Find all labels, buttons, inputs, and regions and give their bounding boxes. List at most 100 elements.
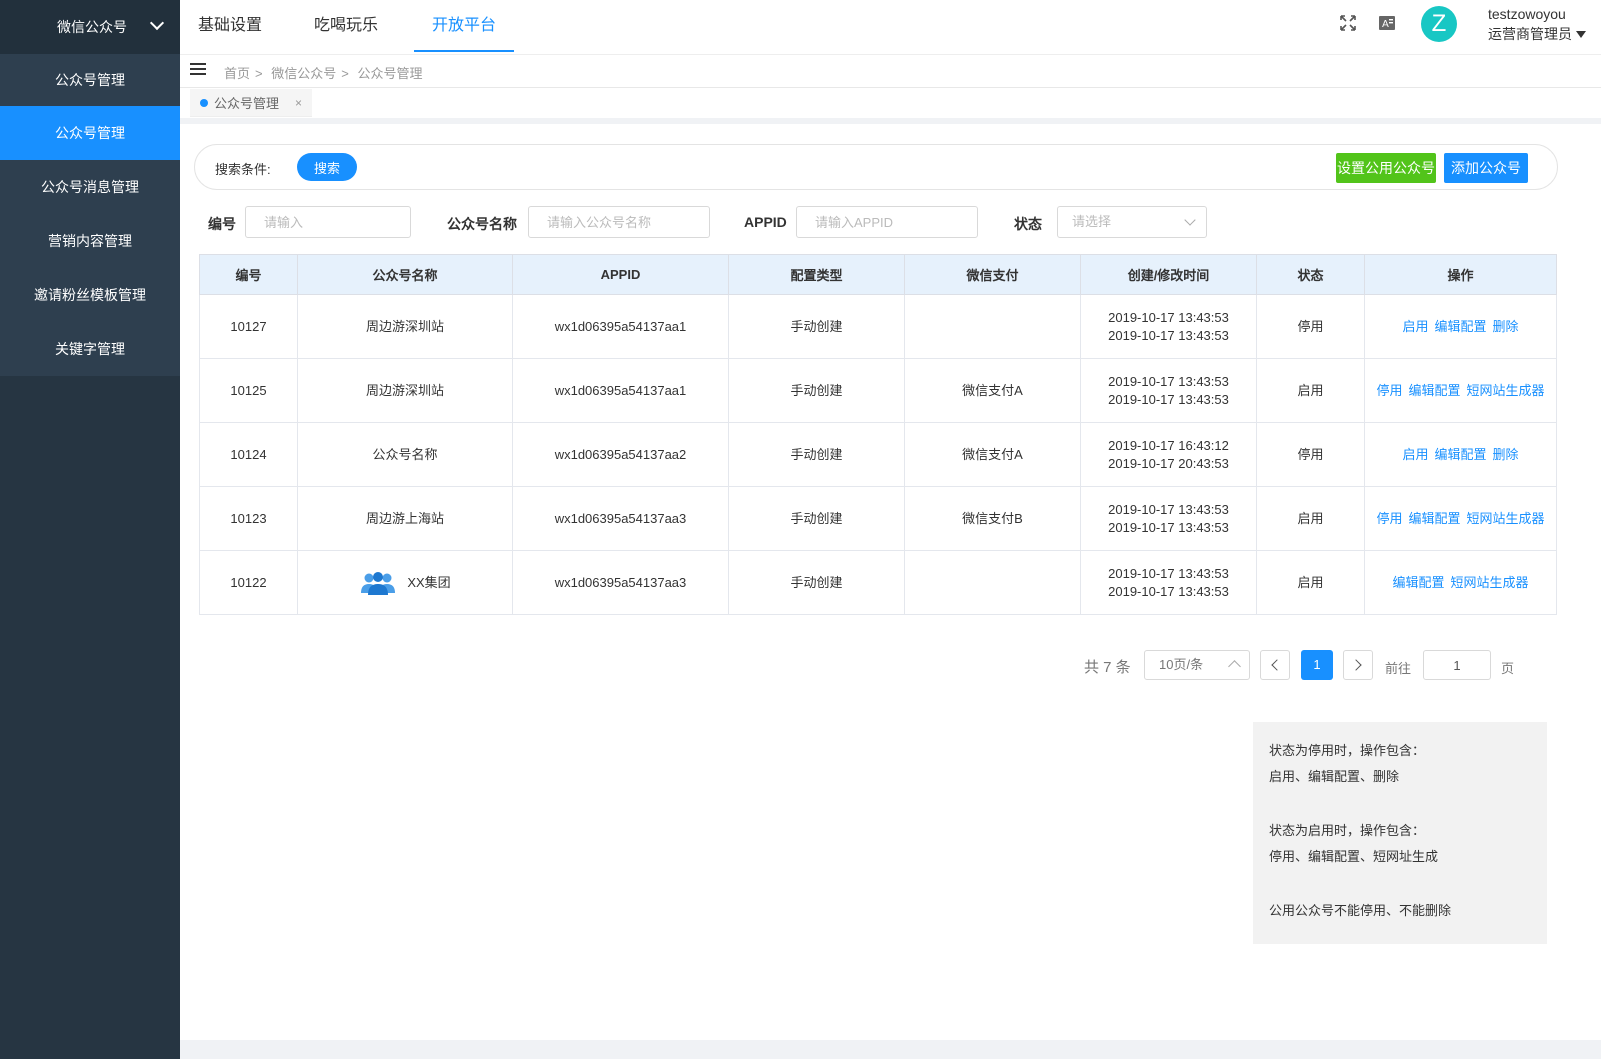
page-size-select[interactable]: 10页/条 (1144, 650, 1250, 680)
cell-type: 手动创建 (728, 486, 905, 551)
footer-strip (180, 1040, 1601, 1059)
sidebar-item-keyword-manage[interactable]: 关键字管理 (0, 322, 180, 376)
page-tag[interactable]: 公众号管理 × (190, 89, 313, 117)
column-header-id: 编号 (199, 254, 298, 295)
search-button[interactable]: 搜索 (297, 153, 357, 181)
cell-time: 2019-10-17 13:43:53 2019-10-17 13:43:53 (1080, 294, 1257, 359)
tab-open-platform[interactable]: 开放平台 (414, 0, 514, 52)
cell-actions: 启用 编辑配置 删除 (1364, 294, 1557, 359)
sidebar-item-account-group[interactable]: 公众号管理 (0, 54, 180, 106)
breadcrumb: 首页 > 微信公众号 > 公众号管理 (224, 66, 423, 81)
row-action-link[interactable]: 编辑配置 (1408, 511, 1460, 526)
search-panel: 搜索条件: 搜索 设置公用公众号 添加公众号 (194, 144, 1558, 190)
column-header-status: 状态 (1256, 254, 1365, 295)
search-label: 搜索条件: (215, 162, 271, 177)
note-line: 状态为停用时，操作包含： (1269, 743, 1426, 758)
sidebar: 微信公众号 公众号管理 公众号管理 公众号消息管理 营销内容管理 邀请粉丝模板管… (0, 0, 180, 1059)
row-action-link[interactable]: 启用 (1402, 319, 1428, 334)
add-account-button[interactable]: 添加公众号 (1444, 153, 1528, 183)
sidebar-item-marketing-content[interactable]: 营销内容管理 (0, 214, 180, 268)
column-header-name: 公众号名称 (297, 254, 513, 295)
main-content: 搜索条件: 搜索 设置公用公众号 添加公众号 编号 公众号名称 APPID 状态… (180, 124, 1601, 1040)
cell-actions: 编辑配置 短网站生成器 (1364, 550, 1557, 615)
modified-time: 2019-10-17 20:43:53 (1108, 455, 1229, 471)
sidebar-item-invite-template[interactable]: 邀请粉丝模板管理 (0, 268, 180, 322)
top-header: 基础设置 吃喝玩乐 开放平台 A Z testzowoyou 运营商管理员 (180, 0, 1601, 54)
row-action-link[interactable]: 删除 (1493, 319, 1519, 334)
note-line: 停用、编辑配置、短网址生成 (1269, 849, 1439, 864)
name-filter-input[interactable] (528, 206, 710, 238)
sidebar-header-label: 微信公众号 (57, 19, 127, 35)
pagination: 共 7 条 10页/条 1 前往 页 (180, 650, 1601, 682)
breadcrumb-current: 公众号管理 (357, 66, 423, 81)
modified-time: 2019-10-17 13:43:53 (1108, 327, 1229, 343)
created-time: 2019-10-17 16:43:12 (1108, 437, 1229, 453)
page-number-current[interactable]: 1 (1301, 650, 1333, 680)
cell-name: XX集团 (297, 550, 513, 615)
tab-food-fun[interactable]: 吃喝玩乐 (296, 0, 396, 52)
created-time: 2019-10-17 13:43:53 (1108, 565, 1229, 581)
cell-name: 公众号名称 (297, 422, 513, 487)
row-action-link[interactable]: 短网站生成器 (1467, 511, 1545, 526)
avatar[interactable]: Z (1421, 6, 1457, 42)
row-action-link[interactable]: 停用 (1376, 383, 1402, 398)
breadcrumb-wechat[interactable]: 微信公众号 (271, 66, 336, 81)
modified-time: 2019-10-17 13:43:53 (1108, 583, 1229, 599)
set-public-account-button[interactable]: 设置公用公众号 (1336, 153, 1436, 183)
column-header-actions: 操作 (1364, 254, 1557, 295)
cell-type: 手动创建 (728, 294, 905, 359)
row-action-link[interactable]: 编辑配置 (1408, 383, 1460, 398)
caret-down-icon (1576, 31, 1586, 38)
goto-label: 前往 (1385, 661, 1412, 676)
sidebar-item-label: 关键字管理 (55, 341, 125, 357)
fullscreen-icon[interactable] (1339, 14, 1357, 32)
row-action-link[interactable]: 启用 (1402, 447, 1428, 462)
chevron-up-icon (1228, 660, 1241, 673)
table-row: 10125 周边游深圳站 wx1d06395a54137aa1 手动创建 微信支付A 20… (199, 358, 1557, 423)
cell-pay: 微信支付B (904, 486, 1081, 551)
table-row: 10122 XX集团 wx1d06395a54137aa3 手动创建 2019-10-1… (199, 550, 1557, 615)
translate-icon[interactable]: A (1378, 14, 1396, 32)
sidebar-item-message-manage[interactable]: 公众号消息管理 (0, 160, 180, 214)
sidebar-item-label: 公众号管理 (55, 72, 125, 88)
user-role-dropdown[interactable]: 运营商管理员 (1488, 24, 1586, 44)
appid-filter-input[interactable] (796, 206, 978, 238)
sidebar-item-label: 营销内容管理 (48, 233, 132, 249)
close-icon[interactable]: × (295, 96, 302, 110)
cell-pay: 微信支付A (904, 358, 1081, 423)
cell-name: 周边游深圳站 (297, 294, 513, 359)
cell-name: 周边游深圳站 (297, 358, 513, 423)
sidebar-item-label: 邀请粉丝模板管理 (34, 287, 146, 303)
row-action-link[interactable]: 短网站生成器 (1451, 575, 1529, 590)
chevron-down-icon (1184, 214, 1196, 226)
table-row: 10123 周边游上海站 wx1d06395a54137aa3 手动创建 微信支付B 20… (199, 486, 1557, 551)
id-filter-label: 编号 (208, 216, 236, 232)
prev-page-button[interactable] (1260, 650, 1290, 680)
status-filter-select[interactable]: 请选择 (1057, 206, 1207, 238)
cell-time: 2019-10-17 13:43:53 2019-10-17 13:43:53 (1080, 550, 1257, 615)
status-filter-label: 状态 (1014, 216, 1042, 232)
row-action-link[interactable]: 停用 (1376, 511, 1402, 526)
column-header-pay: 微信支付 (904, 254, 1081, 295)
tab-basic-settings[interactable]: 基础设置 (180, 0, 280, 52)
column-header-type: 配置类型 (728, 254, 905, 295)
note-line: 公用公众号不能停用、不能删除 (1269, 903, 1452, 918)
page-tag-label: 公众号管理 (214, 96, 280, 111)
goto-page-input[interactable] (1423, 650, 1491, 680)
row-action-link[interactable]: 编辑配置 (1392, 575, 1444, 590)
row-action-link[interactable]: 删除 (1493, 447, 1519, 462)
cell-appid: wx1d06395a54137aa3 (512, 550, 729, 615)
cell-id: 10123 (199, 486, 298, 551)
menu-toggle-icon[interactable] (190, 63, 206, 77)
cell-name: 周边游上海站 (297, 486, 513, 551)
row-action-link[interactable]: 编辑配置 (1434, 319, 1486, 334)
sidebar-item-account-manage[interactable]: 公众号管理 (0, 106, 180, 160)
sidebar-header[interactable]: 微信公众号 (0, 0, 180, 54)
row-action-link[interactable]: 编辑配置 (1434, 447, 1486, 462)
cell-status: 停用 (1256, 294, 1365, 359)
table-header-row: 编号 公众号名称 APPID 配置类型 微信支付 创建/修改时间 状态 操作 (199, 254, 1557, 295)
breadcrumb-home[interactable]: 首页 (224, 66, 250, 81)
id-filter-input[interactable] (245, 206, 411, 238)
row-action-link[interactable]: 短网站生成器 (1467, 383, 1545, 398)
next-page-button[interactable] (1343, 650, 1373, 680)
